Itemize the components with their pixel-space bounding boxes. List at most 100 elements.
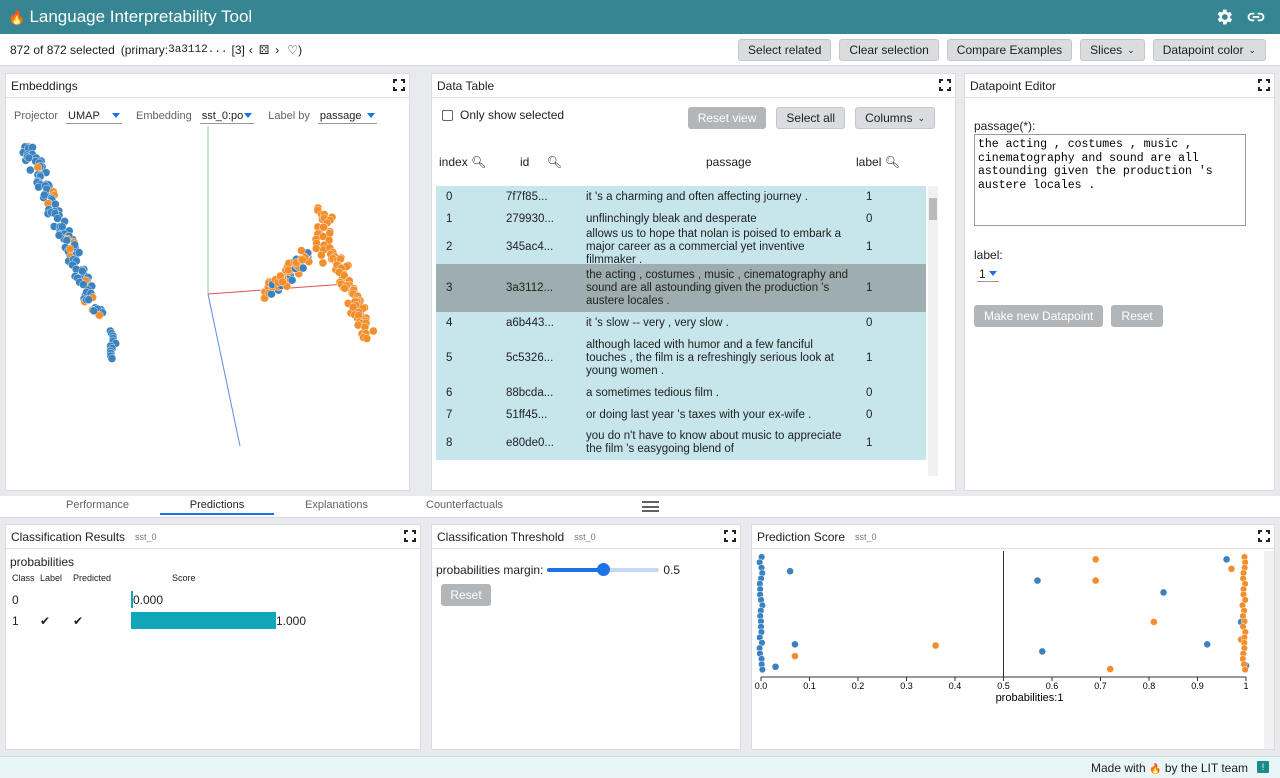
score-point[interactable] bbox=[786, 567, 794, 575]
reset-view-button[interactable]: Reset view bbox=[687, 107, 767, 129]
embedding-point[interactable] bbox=[54, 231, 64, 240]
search-icon[interactable]: 🔍︎ bbox=[547, 155, 562, 169]
score-point[interactable] bbox=[1039, 648, 1046, 655]
scrollbar[interactable] bbox=[730, 551, 740, 749]
column-id[interactable]: id 🔍︎ bbox=[506, 155, 706, 169]
score-point[interactable] bbox=[932, 642, 939, 649]
embedding-point[interactable] bbox=[62, 236, 71, 245]
search-icon[interactable]: 🔍︎ bbox=[885, 155, 900, 169]
clear-selection-button[interactable]: Clear selection bbox=[839, 39, 939, 61]
make-new-datapoint-button[interactable]: Make new Datapoint bbox=[974, 305, 1104, 327]
feedback-icon[interactable]: ! bbox=[1257, 761, 1269, 773]
tab-predictions[interactable]: Predictions bbox=[160, 499, 274, 515]
columns-button[interactable]: Columns ⌄ bbox=[855, 107, 935, 129]
scrollbar[interactable] bbox=[1264, 551, 1274, 749]
heart-icon[interactable]: ♡ bbox=[287, 43, 298, 57]
embedding-point[interactable] bbox=[340, 284, 349, 293]
random-dice-icon[interactable]: ⚄ bbox=[259, 43, 269, 57]
tab-performance[interactable]: Performance bbox=[66, 499, 129, 511]
table-row[interactable]: 3 3a3112... the acting , costumes , music … bbox=[436, 264, 926, 312]
column-index[interactable]: index 🔍︎ bbox=[436, 155, 506, 169]
embedding-point[interactable] bbox=[318, 258, 328, 268]
score-point[interactable] bbox=[758, 666, 766, 674]
embedding-point[interactable] bbox=[33, 163, 43, 172]
embedding-point[interactable] bbox=[26, 165, 35, 175]
label-select[interactable]: 1 bbox=[977, 266, 999, 282]
tab-explanations[interactable]: Explanations bbox=[305, 499, 368, 511]
expand-icon[interactable] bbox=[1258, 530, 1270, 542]
link-icon[interactable] bbox=[1246, 7, 1266, 27]
tab-counterfactuals[interactable]: Counterfactuals bbox=[426, 499, 503, 511]
expand-icon[interactable] bbox=[1258, 79, 1270, 91]
search-icon[interactable]: 🔍︎ bbox=[471, 155, 486, 169]
table-row[interactable]: 0 7f7f85... it 's a charming and often aff… bbox=[436, 186, 926, 208]
embedding-point[interactable] bbox=[284, 265, 293, 275]
embedding-point[interactable] bbox=[57, 222, 67, 231]
reset-datapoint-button[interactable]: Reset bbox=[1111, 305, 1163, 327]
embedding-point[interactable] bbox=[78, 267, 87, 276]
embedding-point[interactable] bbox=[298, 255, 307, 264]
projector-select[interactable]: UMAP bbox=[66, 108, 123, 124]
embedding-projection-canvas[interactable] bbox=[6, 126, 409, 490]
embedding-point[interactable] bbox=[369, 326, 378, 336]
column-passage[interactable]: passage bbox=[706, 155, 856, 169]
label-by-select[interactable]: passage bbox=[317, 108, 378, 124]
select-all-button[interactable]: Select all bbox=[776, 107, 846, 129]
slider-handle[interactable] bbox=[597, 563, 611, 576]
embedding-point[interactable] bbox=[84, 295, 93, 304]
score-point[interactable] bbox=[1150, 618, 1158, 626]
table-row[interactable]: 4 a6b443... it 's slow -- very , very slow… bbox=[436, 312, 926, 334]
scrollbar[interactable] bbox=[410, 551, 420, 749]
expand-icon[interactable] bbox=[404, 530, 416, 542]
slices-button[interactable]: Slices ⌄ bbox=[1080, 39, 1145, 61]
score-point[interactable] bbox=[1228, 565, 1235, 573]
score-point[interactable] bbox=[1160, 589, 1167, 596]
table-row[interactable]: 5 5c5326... although laced with humor and … bbox=[436, 334, 926, 382]
table-row[interactable]: 7 51ff45... or doing last year 's taxes wi… bbox=[436, 404, 926, 426]
table-scrollbar[interactable] bbox=[928, 186, 938, 476]
embedding-point[interactable] bbox=[107, 354, 117, 363]
compare-examples-button[interactable]: Compare Examples bbox=[946, 39, 1073, 61]
table-row[interactable]: 6 88bcda... a sometimes tedious film . 0 bbox=[436, 382, 926, 404]
prediction-score-chart[interactable]: 0.0 0.1 0.2 0.3 0.4 0.5 0.6 0.7 0.8 0.9 1 probabili… bbox=[752, 551, 1264, 749]
select-related-button[interactable]: Select related bbox=[738, 39, 832, 61]
embedding-point[interactable] bbox=[53, 214, 62, 223]
score-point[interactable] bbox=[1203, 641, 1211, 648]
embedding-point[interactable] bbox=[267, 289, 276, 299]
gear-icon[interactable] bbox=[1214, 7, 1234, 27]
threshold-reset-button[interactable]: Reset bbox=[441, 584, 491, 606]
chevron-left-icon[interactable]: ‹ bbox=[249, 43, 253, 57]
embedding-point[interactable] bbox=[312, 244, 321, 253]
passage-textarea[interactable]: the acting , costumes , music , cinemato… bbox=[974, 134, 1246, 226]
embedding-point[interactable] bbox=[74, 248, 84, 257]
table-header: index 🔍︎ id 🔍︎ passage label 🔍︎ bbox=[436, 152, 926, 172]
threshold-slider[interactable] bbox=[547, 563, 660, 576]
embedding-point[interactable] bbox=[362, 334, 371, 343]
embedding-point[interactable] bbox=[298, 263, 308, 273]
score-point[interactable] bbox=[791, 641, 799, 648]
expand-icon[interactable] bbox=[393, 79, 405, 91]
chevron-right-icon[interactable]: › bbox=[275, 43, 279, 57]
embedding-point[interactable] bbox=[297, 246, 306, 255]
table-row[interactable]: 2 345ac4... allows us to hope that nolan i… bbox=[436, 228, 926, 266]
embedding-point[interactable] bbox=[65, 244, 75, 254]
expand-icon[interactable] bbox=[939, 79, 951, 91]
table-row[interactable]: 8 e80de0... you do n't have to know about … bbox=[436, 426, 926, 460]
score-point[interactable] bbox=[791, 652, 799, 660]
embedding-select[interactable]: sst_0:po bbox=[199, 108, 255, 124]
score-point[interactable] bbox=[772, 663, 779, 671]
score-point[interactable] bbox=[1092, 577, 1099, 584]
embedding-point[interactable] bbox=[89, 306, 99, 316]
menu-icon[interactable] bbox=[642, 501, 659, 512]
column-label[interactable]: label 🔍︎ bbox=[856, 155, 926, 169]
only-show-selected-checkbox[interactable] bbox=[442, 109, 453, 121]
score-point[interactable] bbox=[1034, 577, 1041, 584]
embedding-point[interactable] bbox=[317, 250, 326, 260]
embedding-point[interactable] bbox=[287, 276, 297, 285]
score-point[interactable] bbox=[1241, 666, 1249, 674]
score-point[interactable] bbox=[1106, 665, 1114, 673]
score-point[interactable] bbox=[1223, 556, 1230, 563]
expand-icon[interactable] bbox=[724, 530, 736, 542]
score-point[interactable] bbox=[1092, 556, 1099, 563]
datapoint-color-button[interactable]: Datapoint color ⌄ bbox=[1152, 39, 1266, 61]
